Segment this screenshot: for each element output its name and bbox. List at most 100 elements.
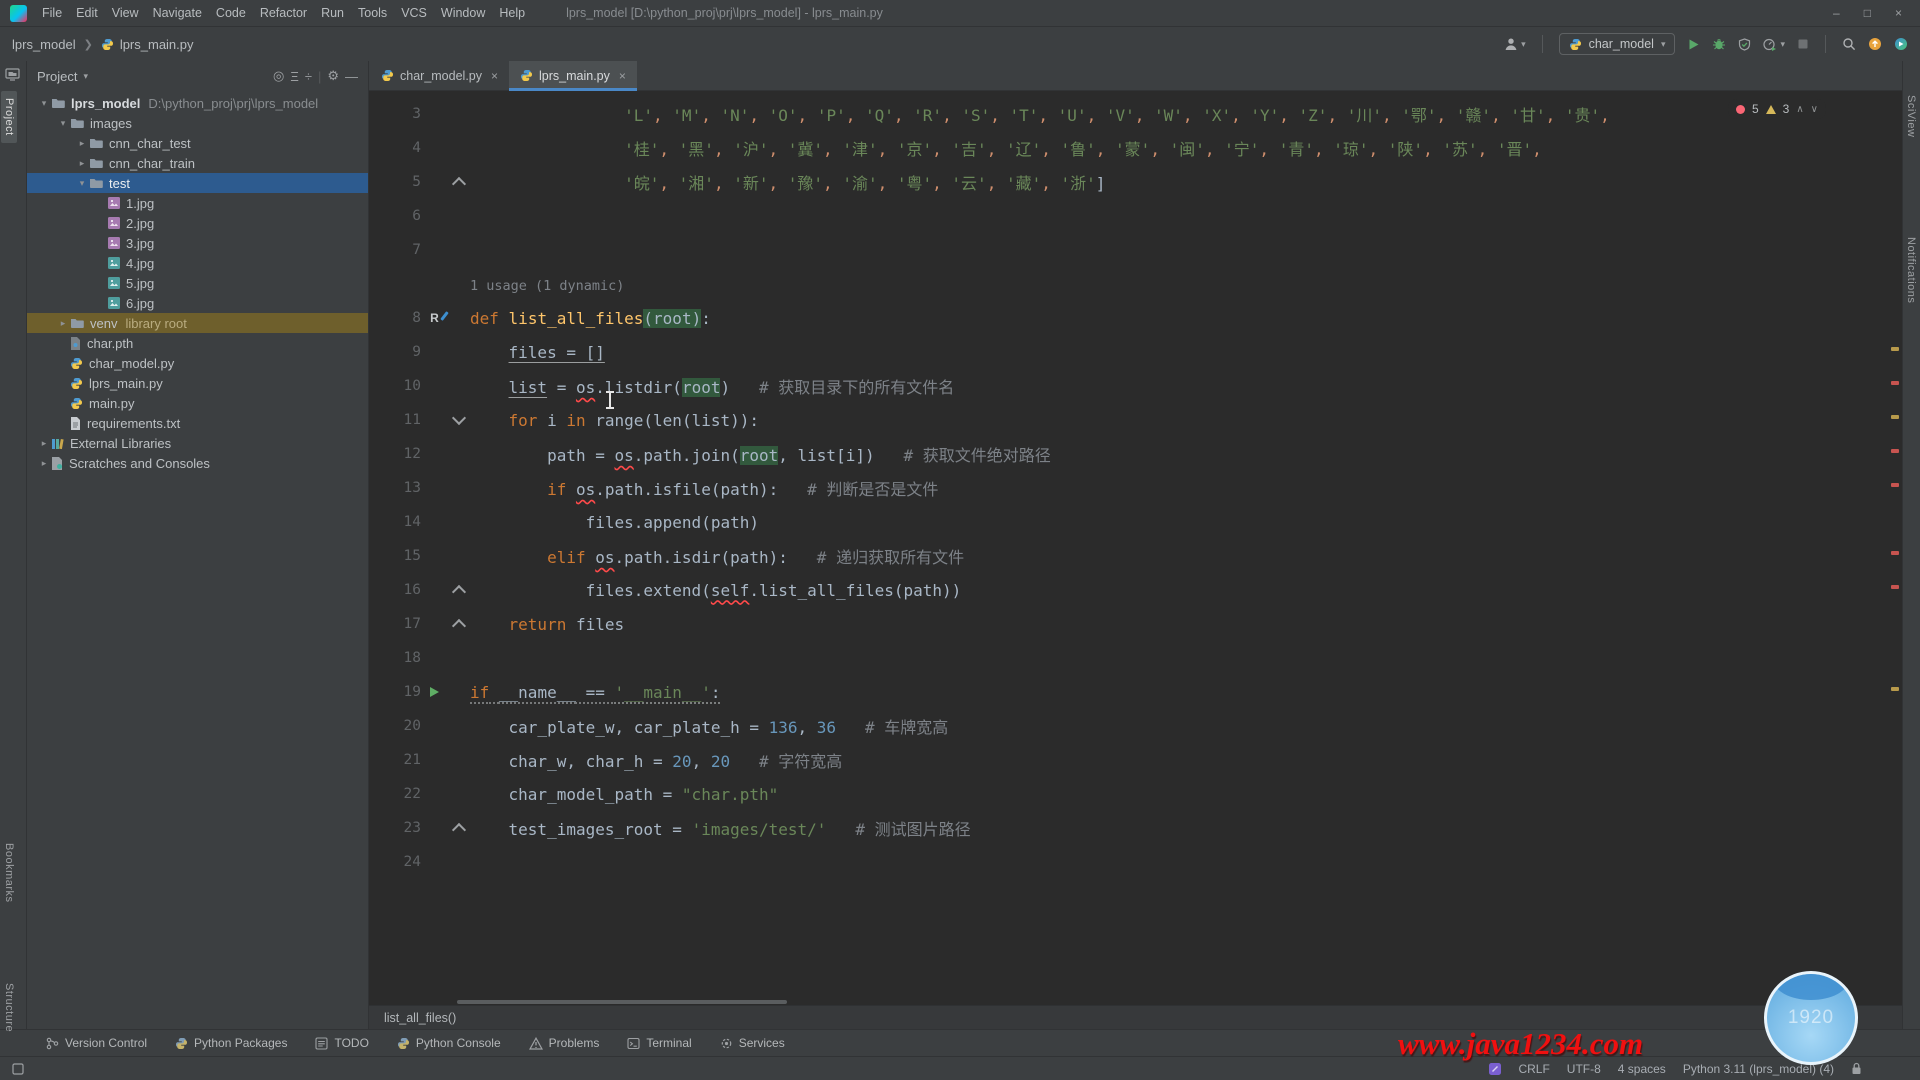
tree-item-5-jpg[interactable]: 5.jpg — [27, 273, 368, 293]
menu-refactor[interactable]: Refactor — [253, 6, 314, 20]
run-with-coverage-button[interactable] — [1738, 38, 1751, 51]
tree-item-cnn-char-train[interactable]: ▸cnn_char_train — [27, 153, 368, 173]
user-menu-button[interactable]: ▾ — [1504, 37, 1526, 51]
menu-code[interactable]: Code — [209, 6, 253, 20]
encoding-widget[interactable]: UTF-8 — [1567, 1062, 1601, 1076]
tree-chevron-icon[interactable]: ▸ — [37, 438, 51, 449]
tree-item-venv[interactable]: ▸venvlibrary root — [27, 313, 368, 333]
menu-run[interactable]: Run — [314, 6, 351, 20]
breadcrumb-project[interactable]: lprs_model — [12, 37, 76, 52]
indent-widget[interactable]: 4 spaces — [1618, 1062, 1666, 1076]
toolwindow-python-packages[interactable]: Python Packages — [175, 1036, 287, 1050]
fold-end-icon[interactable] — [452, 823, 466, 837]
update-available-button[interactable] — [1868, 37, 1882, 51]
run-button[interactable] — [1687, 38, 1700, 51]
refactor-gutter-icon[interactable]: R — [430, 311, 439, 325]
menu-view[interactable]: View — [105, 6, 146, 20]
tree-chevron-icon[interactable]: ▸ — [75, 138, 89, 149]
tool-stripe-notifications[interactable]: Notifications — [1905, 237, 1917, 303]
maximize-button[interactable]: □ — [1864, 6, 1871, 20]
tree-item-3-jpg[interactable]: 3.jpg — [27, 233, 368, 253]
search-everywhere-button[interactable] — [1842, 37, 1856, 51]
tool-stripe-structure[interactable]: Structure — [3, 983, 15, 1032]
profiler-button[interactable]: ▾ — [1763, 38, 1785, 51]
tree-item-scratches-and-consoles[interactable]: ▸Scratches and Consoles — [27, 453, 368, 473]
code-text: for i in range(len(list)): — [470, 411, 759, 430]
run-configuration-select[interactable]: char_model▾ — [1559, 33, 1676, 55]
fold-end-icon[interactable] — [452, 585, 466, 599]
tool-stripe-bookmarks[interactable]: Bookmarks — [3, 843, 15, 903]
menu-file[interactable]: File — [35, 6, 69, 20]
tree-chevron-icon[interactable]: ▸ — [56, 318, 70, 329]
lock-icon[interactable] — [1851, 1062, 1862, 1075]
tool-windows-toggle-icon[interactable] — [12, 1063, 24, 1075]
tree-item-cnn-char-test[interactable]: ▸cnn_char_test — [27, 133, 368, 153]
fold-end-icon[interactable] — [452, 177, 466, 191]
context-function[interactable]: list_all_files() — [384, 1011, 456, 1025]
collapse-all-icon[interactable]: ÷ — [305, 69, 312, 84]
next-problem-icon[interactable]: ∨ — [1811, 104, 1818, 115]
chevron-down-icon[interactable]: ▾ — [83, 71, 88, 82]
tree-item-lprs-model[interactable]: ▾lprs_modelD:\python_proj\prj\lprs_model — [27, 93, 368, 113]
tree-chevron-icon[interactable]: ▾ — [56, 118, 70, 129]
tab-char-model-py[interactable]: char_model.py× — [370, 61, 509, 90]
tree-chevron-icon[interactable]: ▾ — [75, 178, 89, 189]
tool-stripe-sciview[interactable]: SciView — [1905, 95, 1917, 137]
expand-all-icon[interactable]: Ξ — [290, 69, 298, 84]
close-button[interactable]: × — [1895, 6, 1902, 20]
menu-tools[interactable]: Tools — [351, 6, 394, 20]
tree-item-external-libraries[interactable]: ▸External Libraries — [27, 433, 368, 453]
stop-button[interactable] — [1797, 38, 1809, 50]
locate-file-icon[interactable]: ◎ — [273, 68, 284, 84]
tree-item-1-jpg[interactable]: 1.jpg — [27, 193, 368, 213]
minimize-button[interactable]: – — [1833, 6, 1840, 20]
tree-item-2-jpg[interactable]: 2.jpg — [27, 213, 368, 233]
tree-item-4-jpg[interactable]: 4.jpg — [27, 253, 368, 273]
tree-chevron-icon[interactable]: ▸ — [75, 158, 89, 169]
tree-item-label: main.py — [89, 396, 135, 411]
code-editor[interactable]: 3 'L', 'M', 'N', 'O', 'P', 'Q', 'R', 'S'… — [369, 91, 1902, 999]
fold-end-icon[interactable] — [452, 619, 466, 633]
toolwindow-python-console[interactable]: Python Console — [397, 1036, 501, 1050]
tree-item-main-py[interactable]: main.py — [27, 393, 368, 413]
menu-edit[interactable]: Edit — [69, 6, 105, 20]
menu-vcs[interactable]: VCS — [394, 6, 434, 20]
tree-item-requirements-txt[interactable]: requirements.txt — [27, 413, 368, 433]
menu-window[interactable]: Window — [434, 6, 492, 20]
hide-panel-icon[interactable]: — — [345, 69, 358, 84]
ide-services-button[interactable] — [1894, 37, 1908, 51]
debug-button[interactable] — [1712, 37, 1726, 51]
toolwindow-terminal[interactable]: Terminal — [627, 1036, 691, 1050]
error-stripe[interactable] — [1888, 91, 1902, 999]
menu-navigate[interactable]: Navigate — [146, 6, 209, 20]
toolwindow-version-control[interactable]: Version Control — [46, 1036, 147, 1050]
horizontal-scrollbar[interactable] — [369, 999, 1902, 1005]
tree-item-char-model-py[interactable]: char_model.py — [27, 353, 368, 373]
toolwindow-todo[interactable]: TODO — [315, 1036, 368, 1050]
project-panel-title[interactable]: Project — [37, 69, 77, 84]
run-line-icon[interactable] — [430, 687, 439, 697]
close-tab-icon[interactable]: × — [619, 69, 626, 83]
breadcrumb-file[interactable]: lprs_main.py — [120, 37, 194, 52]
status-widget-icon[interactable] — [1489, 1063, 1501, 1075]
tree-item-label: requirements.txt — [87, 416, 180, 431]
close-tab-icon[interactable]: × — [491, 69, 498, 83]
inspection-widget[interactable]: 5 3 ∧ ∨ — [1728, 99, 1826, 119]
tree-chevron-icon[interactable]: ▸ — [37, 458, 51, 469]
prev-problem-icon[interactable]: ∧ — [1796, 104, 1803, 115]
gear-icon[interactable]: ⚙ — [327, 68, 339, 84]
tree-chevron-icon[interactable]: ▾ — [37, 98, 51, 109]
tree-item-test[interactable]: ▾test — [27, 173, 368, 193]
tree-item-char-pth[interactable]: char.pth — [27, 333, 368, 353]
fold-start-icon[interactable] — [452, 411, 466, 425]
toolwindow-problems[interactable]: Problems — [529, 1036, 600, 1050]
menu-help[interactable]: Help — [492, 6, 532, 20]
toolwindow-services[interactable]: Services — [720, 1036, 785, 1050]
line-separator-widget[interactable]: CRLF — [1518, 1062, 1549, 1076]
tool-windows-toggle-icon[interactable] — [12, 1063, 24, 1075]
tree-item-6-jpg[interactable]: 6.jpg — [27, 293, 368, 313]
tree-item-images[interactable]: ▾images — [27, 113, 368, 133]
tree-item-lprs-main-py[interactable]: lprs_main.py — [27, 373, 368, 393]
tool-stripe-project[interactable]: Project — [1, 91, 17, 143]
tab-lprs-main-py[interactable]: lprs_main.py× — [509, 61, 637, 90]
